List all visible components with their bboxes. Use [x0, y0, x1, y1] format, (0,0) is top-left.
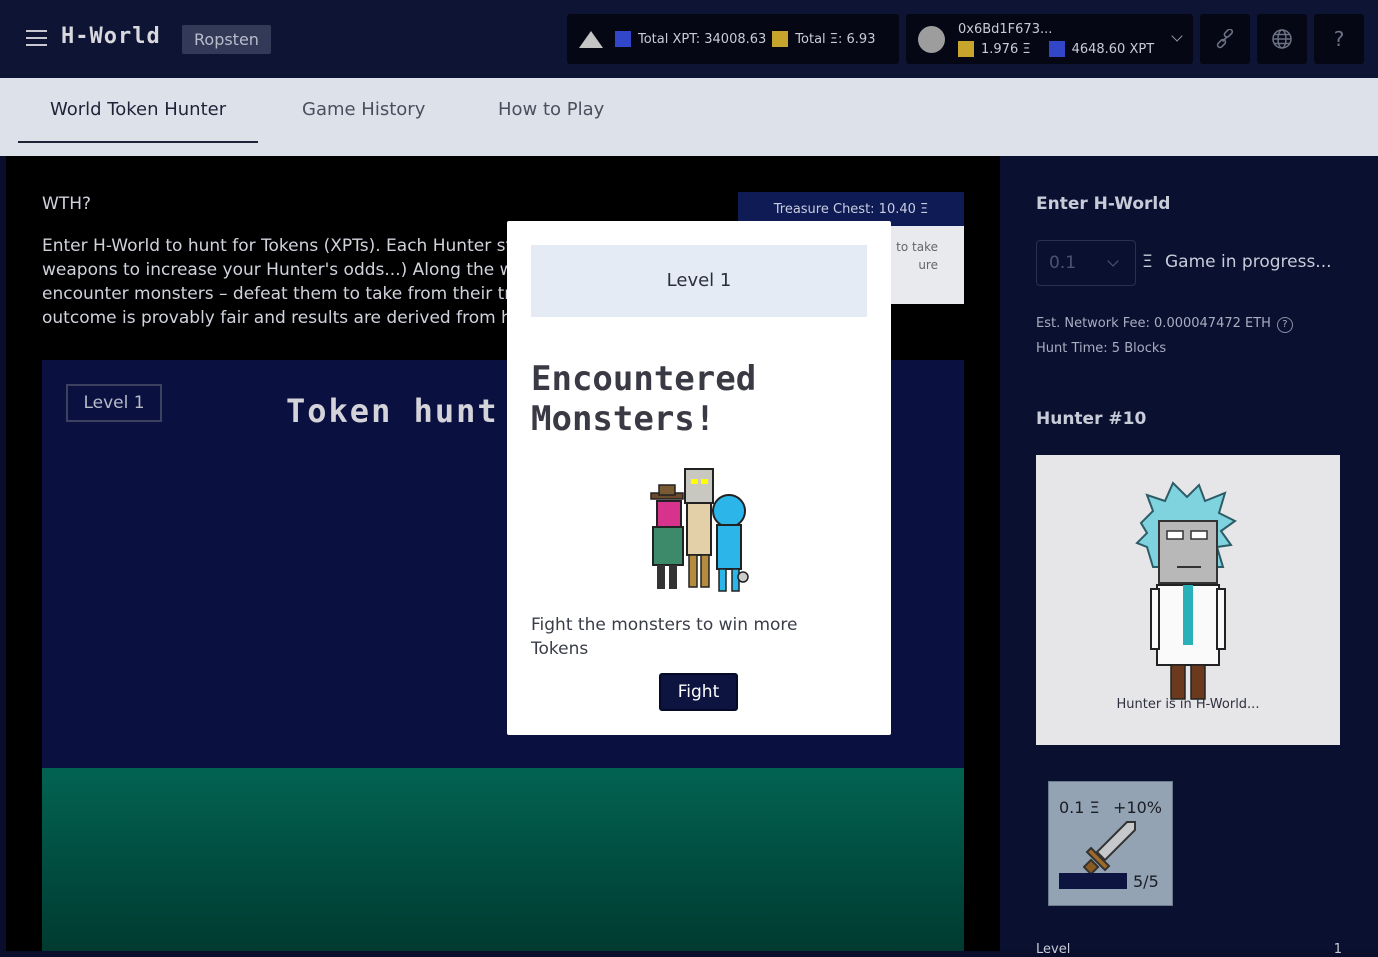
weapon-card[interactable]: 0.1 Ξ +10% 5/5 — [1048, 781, 1173, 906]
weapon-cost: 0.1 Ξ — [1059, 798, 1100, 817]
eth-token-icon — [772, 31, 789, 47]
enter-heading: Enter H-World — [1036, 194, 1171, 214]
eth-token-icon — [958, 41, 974, 57]
chevron-down-icon — [1171, 30, 1183, 42]
level-value: 1 — [1333, 942, 1342, 957]
amount-value: 0.1 — [1049, 253, 1077, 273]
hunter-heading: Hunter #10 — [1036, 409, 1147, 429]
wallet-dropdown[interactable]: 0x6Bd1F673... 1.976 Ξ 4648.60 XPT — [906, 14, 1193, 64]
game-status: Game in progress... — [1165, 252, 1332, 272]
weapon-durability-bar — [1059, 873, 1127, 889]
globe-icon — [1272, 29, 1292, 49]
wallet-xpt: 4648.60 XPT — [1071, 41, 1155, 57]
weapon-count: 5/5 — [1133, 872, 1159, 891]
total-eth: Total Ξ: 6.93 — [795, 31, 876, 47]
totals-panel: Total XPT: 34008.63 Total Ξ: 6.93 — [567, 14, 899, 64]
tab-bar: World Token Hunter Game History How to P… — [0, 78, 1378, 156]
help-icon[interactable]: ? — [1276, 317, 1293, 333]
level-badge: Level 1 — [66, 384, 162, 422]
hunt-time: Hunt Time: 5 Blocks — [1036, 341, 1167, 356]
sword-icon — [1083, 821, 1136, 874]
help-icon: ? — [1333, 27, 1345, 51]
weapon-bonus: +10% — [1113, 798, 1162, 817]
link-button[interactable] — [1200, 14, 1250, 64]
language-button[interactable] — [1257, 14, 1307, 64]
chevron-down-icon — [1107, 255, 1119, 267]
hunt-title: Token hunt — [286, 392, 499, 430]
page-heading: WTH? — [42, 194, 91, 214]
avatar — [918, 26, 945, 53]
mountain-icon — [579, 30, 603, 48]
tab-world-token-hunter[interactable]: World Token Hunter — [50, 99, 226, 143]
network-fee: Est. Network Fee: 0.000047472 ETH? — [1036, 316, 1293, 333]
modal-level: Level 1 — [531, 245, 867, 317]
level-label: Level — [1036, 942, 1071, 957]
hunter-card: Hunter is in H-World... — [1036, 455, 1340, 745]
link-icon — [1216, 29, 1234, 49]
tab-game-history[interactable]: Game History — [302, 99, 425, 143]
menu-icon[interactable] — [26, 30, 47, 47]
tab-how-to-play[interactable]: How to Play — [498, 99, 604, 143]
wallet-address: 0x6Bd1F673... — [958, 22, 1053, 37]
encounter-modal: Level 1 Encountered Monsters! Fight the … — [507, 221, 891, 735]
wallet-eth: 1.976 Ξ — [981, 41, 1031, 57]
monsters-illustration — [650, 468, 749, 592]
eth-symbol: Ξ — [1142, 252, 1153, 272]
amount-select[interactable]: 0.1 — [1036, 240, 1136, 286]
brand-logo[interactable]: H-World — [61, 24, 161, 49]
xpt-token-icon — [615, 31, 631, 47]
fight-button[interactable]: Fight — [659, 673, 738, 711]
hunter-sprite — [1135, 481, 1237, 700]
modal-title: Encountered Monsters! — [531, 359, 757, 439]
game-ground — [42, 768, 964, 951]
hunter-status: Hunter is in H-World... — [1116, 697, 1260, 712]
modal-message: Fight the monsters to win more Tokens — [531, 615, 798, 659]
side-panel: Enter H-World 0.1 Ξ Game in progress... … — [1000, 156, 1378, 957]
network-badge: Ropsten — [182, 25, 271, 54]
active-tab-indicator — [18, 141, 258, 143]
top-bar: H-World Ropsten Total XPT: 34008.63 Tota… — [0, 0, 1378, 78]
help-button[interactable]: ? — [1314, 14, 1364, 64]
total-xpt: Total XPT: 34008.63 — [638, 31, 767, 47]
xpt-token-icon — [1048, 41, 1065, 57]
